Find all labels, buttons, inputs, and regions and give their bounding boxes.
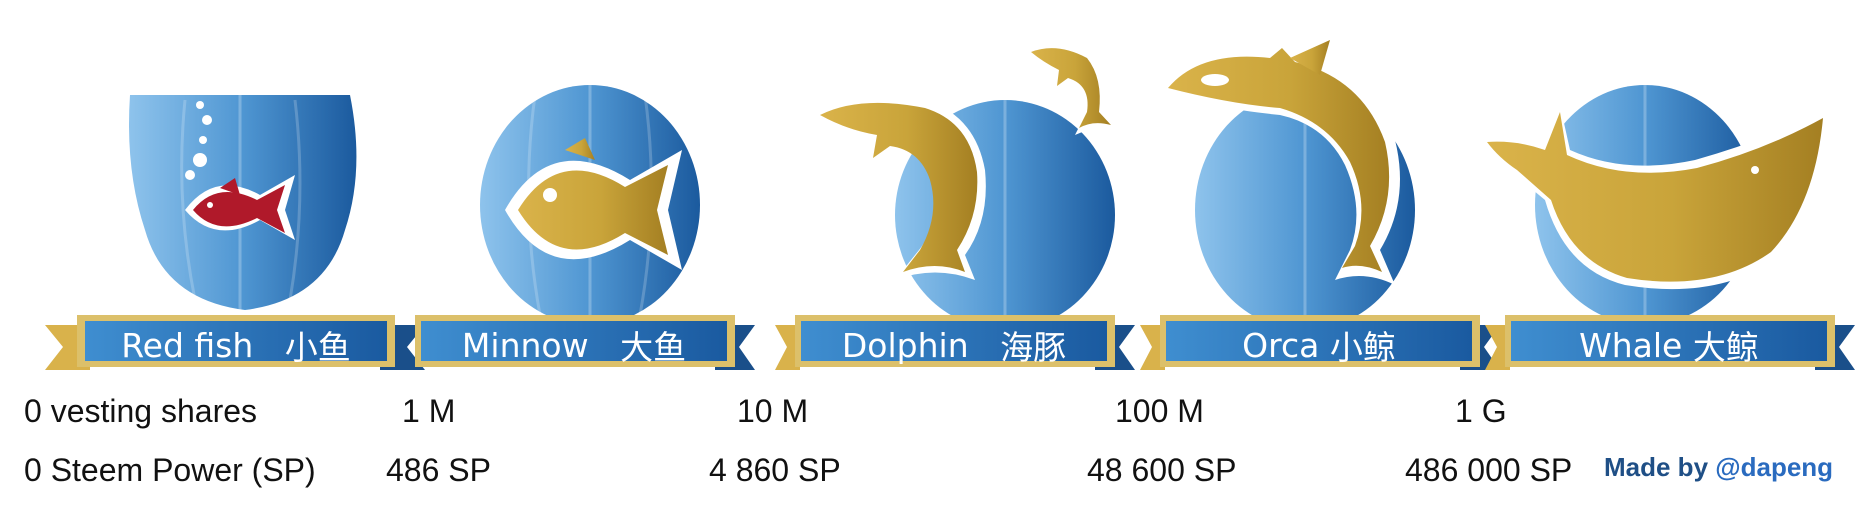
vests-minnow: 1 M bbox=[402, 393, 456, 429]
tier-dolphin: Dolphin 海豚 bbox=[775, 0, 1155, 390]
tier-minnow: Minnow 大鱼 bbox=[400, 0, 780, 390]
tier-orca: Orca 小鲸 bbox=[1130, 0, 1510, 390]
tier-name: Red fish bbox=[121, 325, 254, 365]
tier-whale: Whale 大鲸 bbox=[1475, 0, 1855, 390]
credit: Made by @dapeng bbox=[1604, 452, 1833, 483]
tier-name-cn: 小鱼 bbox=[284, 328, 351, 367]
tier-name-cn: 小鲸 bbox=[1329, 328, 1396, 367]
tier-name-cn: 大鲸 bbox=[1692, 328, 1759, 367]
ribbon-dolphin: Dolphin 海豚 bbox=[775, 315, 1135, 375]
ribbon-minnow: Minnow 大鱼 bbox=[415, 315, 755, 375]
tier-red-fish: Red fish 小鱼 bbox=[45, 0, 425, 390]
sp-minnow: 486 SP bbox=[386, 452, 491, 488]
credit-prefix: Made by bbox=[1604, 452, 1716, 482]
tier-name: Dolphin bbox=[841, 325, 969, 365]
tier-name-cn: 海豚 bbox=[1000, 328, 1067, 367]
vests-orca: 100 M bbox=[1115, 393, 1204, 429]
ribbon-orca: Orca 小鲸 bbox=[1140, 315, 1500, 375]
sp-red-fish: 0 Steem Power (SP) bbox=[24, 452, 316, 488]
tier-name: Minnow bbox=[461, 325, 589, 365]
ribbon-red-fish: Red fish 小鱼 bbox=[45, 315, 425, 375]
sp-orca: 48 600 SP bbox=[1087, 452, 1237, 488]
sp-whale: 486 000 SP bbox=[1405, 452, 1573, 488]
tier-name: Whale bbox=[1579, 325, 1683, 365]
vests-dolphin: 10 M bbox=[737, 393, 809, 429]
ribbon-whale: Whale 大鲸 bbox=[1485, 315, 1855, 375]
tier-name: Orca bbox=[1242, 325, 1320, 365]
vests-whale: 1 G bbox=[1455, 393, 1507, 429]
credit-handle[interactable]: @dapeng bbox=[1715, 452, 1833, 482]
sp-dolphin: 4 860 SP bbox=[709, 452, 841, 488]
tier-name-cn: 大鱼 bbox=[620, 328, 687, 367]
vests-red-fish: 0 vesting shares bbox=[24, 393, 258, 429]
